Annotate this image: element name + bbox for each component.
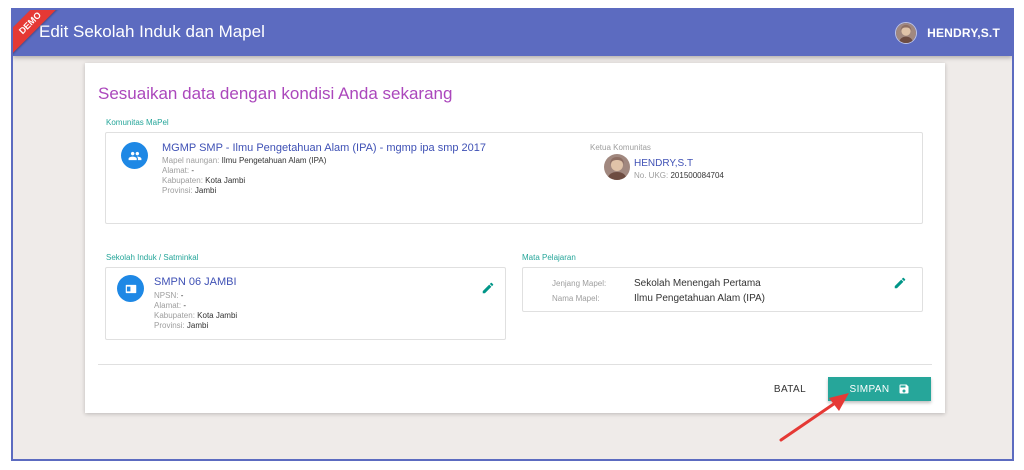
sekolah-title-link[interactable]: SMPN 06 JAMBI xyxy=(154,276,237,288)
actions-divider xyxy=(98,364,932,365)
page-title: Edit Sekolah Induk dan Mapel xyxy=(39,22,265,41)
sekolah-field-provinsi: Provinsi: Jambi xyxy=(154,321,209,330)
mapel-nama-value: Ilmu Pengetahuan Alam (IPA) xyxy=(634,293,765,304)
ketua-name-link[interactable]: HENDRY,S.T xyxy=(634,158,693,169)
edit-sekolah-pencil-icon[interactable] xyxy=(481,281,495,295)
mapel-nama-label: Nama Mapel: xyxy=(552,294,600,303)
sekolah-field-npsn: NPSN: - xyxy=(154,291,184,300)
app-frame: Edit Sekolah Induk dan Mapel HENDRY,S.T … xyxy=(11,8,1014,461)
school-card-icon xyxy=(117,275,144,302)
mapel-jenjang-value: Sekolah Menengah Pertama xyxy=(634,278,761,289)
komunitas-field-provinsi: Provinsi: Jambi xyxy=(162,186,217,195)
sekolah-field-alamat: Alamat: - xyxy=(154,301,187,310)
komunitas-section-label: Komunitas MaPel xyxy=(106,118,169,127)
app-bar: Edit Sekolah Induk dan Mapel HENDRY,S.T xyxy=(13,10,1012,56)
group-icon xyxy=(121,142,148,169)
floppy-disk-icon xyxy=(899,384,908,394)
komunitas-field-kabupaten: Kabupaten: Kota Jambi xyxy=(162,176,246,185)
sekolah-section-label: Sekolah Induk / Satminkal xyxy=(106,253,199,262)
user-menu[interactable]: HENDRY,S.T xyxy=(895,19,1000,47)
mapel-jenjang-label: Jenjang Mapel: xyxy=(552,279,607,288)
user-avatar xyxy=(895,22,918,44)
save-button[interactable]: SIMPAN xyxy=(828,377,931,401)
ketua-ukg: No. UKG: 201500084704 xyxy=(634,171,724,180)
komunitas-field-alamat: Alamat: - xyxy=(162,166,195,175)
ketua-label: Ketua Komunitas xyxy=(590,143,651,152)
edit-card: Sesuaikan data dengan kondisi Anda sekar… xyxy=(85,63,945,413)
cancel-button[interactable]: BATAL xyxy=(765,377,815,401)
sekolah-field-kabupaten: Kabupaten: Kota Jambi xyxy=(154,311,238,320)
komunitas-field-mapel: Mapel naungan: Ilmu Pengetahuan Alam (IP… xyxy=(162,156,327,165)
card-headline: Sesuaikan data dengan kondisi Anda sekar… xyxy=(98,84,453,103)
ketua-avatar xyxy=(604,154,630,180)
edit-mapel-pencil-icon[interactable] xyxy=(893,276,907,290)
mapel-section-label: Mata Pelajaran xyxy=(522,253,576,262)
komunitas-title-link[interactable]: MGMP SMP - Ilmu Pengetahuan Alam (IPA) -… xyxy=(162,142,486,154)
komunitas-box: MGMP SMP - Ilmu Pengetahuan Alam (IPA) -… xyxy=(105,132,923,224)
sekolah-box: SMPN 06 JAMBI NPSN: - Alamat: - Kabupate… xyxy=(105,267,506,340)
save-button-label: SIMPAN xyxy=(849,383,890,395)
mapel-box: Jenjang Mapel: Sekolah Menengah Pertama … xyxy=(522,267,923,312)
user-name: HENDRY,S.T xyxy=(927,26,1000,40)
